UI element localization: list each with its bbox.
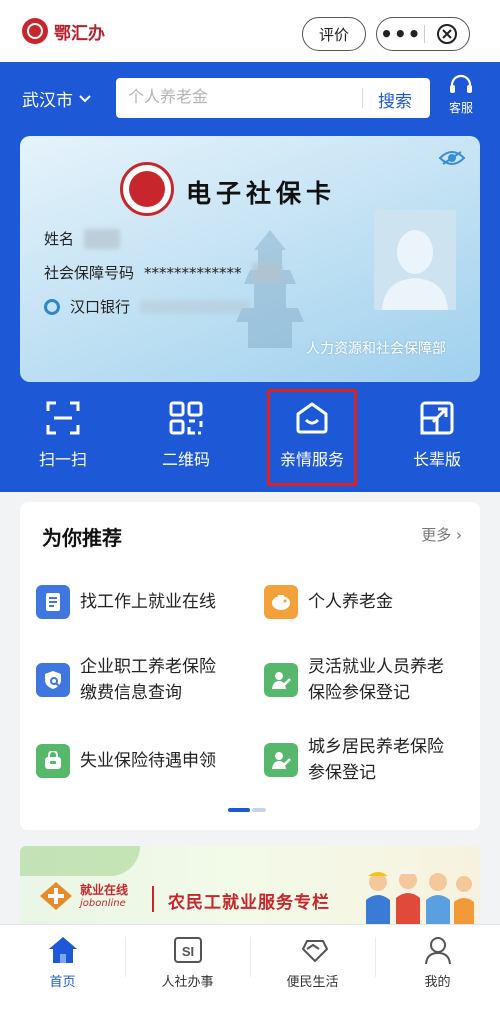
eye-icon[interactable] [438, 148, 466, 168]
more-menu-button[interactable]: ••• [377, 19, 424, 49]
name-label: 姓名 [44, 230, 75, 248]
issuing-department: 人力资源和社会保障部 [306, 341, 446, 357]
recommend-panel: 为你推荐 更多 › 找工作上就业在线 个人养老金 企业职工养老保险 缴费信息查询… [20, 502, 480, 830]
recommend-item-job-online[interactable]: 找工作上就业在线 [36, 585, 216, 619]
headset-icon [450, 74, 472, 93]
bank-name: 汉口银行 [70, 298, 131, 316]
quick-action-scan[interactable]: 扫一扫 [8, 394, 118, 470]
job-online-logo-text: 就业在线 [80, 883, 129, 897]
quick-action-qrcode[interactable]: 二维码 [131, 394, 241, 470]
name-value-blurred [84, 228, 121, 249]
more-link[interactable]: 更多 › [421, 524, 462, 545]
quick-actions: 扫一扫 二维码 亲情服务 长辈版 [0, 394, 500, 480]
person-register-icon [264, 743, 298, 777]
document-icon [36, 585, 70, 619]
recommend-item-label-line: 缴费信息查询 [80, 683, 182, 703]
social-security-card[interactable]: 电子社保卡 姓名 社会保障号码 ************* 汉口银行 人力资源和… [20, 136, 480, 382]
ssn-label: 社会保障号码 [44, 264, 135, 282]
nav-label: 我的 [424, 975, 451, 990]
photo-placeholder [374, 210, 456, 310]
customer-service-label: 客服 [448, 101, 473, 115]
name-row: 姓名 [44, 228, 121, 249]
quick-action-label: 扫一扫 [38, 450, 87, 469]
qrcode-icon [169, 401, 203, 435]
scan-icon [46, 401, 80, 435]
recommend-title: 为你推荐 [42, 526, 122, 550]
banner-headline: 农民工就业服务专栏 [168, 893, 330, 913]
bank-row: 汉口银行 [44, 296, 251, 317]
nav-convenience[interactable]: 便民生活 [250, 935, 375, 990]
card-title: 电子社保卡 [186, 179, 337, 208]
recommend-item-label-line: 参保登记 [308, 763, 376, 783]
brand-logo [22, 18, 48, 44]
city-selector[interactable]: 武汉市 [22, 86, 91, 111]
close-circle-icon [437, 24, 458, 44]
search-button[interactable]: 搜索 [378, 87, 412, 112]
search-input[interactable] [128, 78, 358, 118]
recommend-item-label: 找工作上就业在线 [80, 592, 216, 612]
recommend-item-label: 个人养老金 [308, 592, 393, 612]
recommend-item-label-line: 保险参保登记 [308, 683, 410, 703]
recommend-item-label-group: 城乡居民养老保险 参保登记 [308, 734, 444, 786]
card-number-blurred [140, 299, 251, 314]
quick-action-elder-mode[interactable]: 长辈版 [382, 394, 492, 470]
quick-action-label: 长辈版 [412, 450, 461, 469]
insurance-query-icon [36, 663, 70, 697]
highlight-annotation-box [267, 389, 357, 486]
piggy-bank-icon [264, 585, 298, 619]
close-button[interactable] [425, 23, 469, 45]
ssn-row: 社会保障号码 ************* [44, 262, 282, 283]
nav-label: 人社办事 [161, 975, 214, 990]
recommend-item-label-line: 灵活就业人员养老 [308, 657, 444, 677]
customer-service-button[interactable]: 客服 [444, 74, 478, 116]
person-register-icon [264, 663, 298, 697]
bottom-navigation: 首页 SI 人社办事 便民生活 我的 [0, 924, 500, 1031]
quick-action-label: 二维码 [161, 450, 210, 469]
recommend-item-label-group: 企业职工养老保险 缴费信息查询 [80, 654, 216, 706]
recommend-item-unemployment[interactable]: 失业保险待遇申领 [36, 744, 216, 778]
migrant-worker-banner[interactable]: 就业在线 jobonline 农民工就业服务专栏 [20, 846, 480, 926]
capsule-menu: ••• [376, 17, 470, 51]
recommend-item-label-line: 企业职工养老保险 [80, 657, 216, 677]
city-label: 武汉市 [22, 91, 73, 111]
recommend-item-pension-query[interactable]: 企业职工养老保险 缴费信息查询 [36, 654, 216, 706]
bag-icon [36, 744, 70, 778]
chevron-down-icon [79, 94, 91, 102]
user-icon [424, 937, 451, 965]
nav-label: 首页 [49, 975, 76, 990]
handshake-icon [301, 940, 328, 962]
ssn-tail-blurred [251, 262, 282, 283]
nav-home[interactable]: 首页 [0, 935, 125, 990]
recommend-item-label-group: 灵活就业人员养老 保险参保登记 [308, 654, 444, 706]
social-security-seal [120, 162, 174, 216]
recommend-item-resident-pension[interactable]: 城乡居民养老保险 参保登记 [264, 734, 444, 786]
nav-hr-services[interactable]: SI 人社办事 [125, 935, 250, 990]
recommend-item-label: 失业保险待遇申领 [80, 751, 216, 771]
mini-program-bar: 鄂汇办 评价 ••• [0, 0, 500, 62]
rate-button[interactable]: 评价 [302, 17, 366, 51]
job-online-logo-sub: jobonline [80, 898, 126, 909]
bank-logo-icon [44, 298, 60, 315]
recommend-item-label-line: 城乡居民养老保险 [308, 737, 444, 757]
elder-mode-icon [420, 401, 454, 435]
recommend-item-flexible-employment[interactable]: 灵活就业人员养老 保险参保登记 [264, 654, 444, 706]
nav-label: 便民生活 [286, 975, 339, 990]
leaf-decoration [20, 846, 140, 876]
app-name: 鄂汇办 [54, 23, 105, 44]
recommend-item-personal-pension[interactable]: 个人养老金 [264, 585, 393, 619]
brand: 鄂汇办 [22, 18, 105, 44]
nav-mine[interactable]: 我的 [375, 935, 500, 990]
home-icon [48, 937, 77, 963]
ssn-value: ************* [144, 263, 242, 282]
banner-divider [152, 886, 154, 912]
svg-text:SI: SI [181, 944, 193, 959]
tower-watermark-icon [236, 230, 304, 348]
avatar-silhouette-icon [382, 230, 448, 310]
si-icon: SI [173, 937, 202, 963]
job-online-logo-icon [40, 882, 72, 910]
workers-illustration-icon [366, 870, 474, 926]
page-indicator [228, 808, 268, 812]
search-bar: 搜索 [116, 78, 430, 118]
